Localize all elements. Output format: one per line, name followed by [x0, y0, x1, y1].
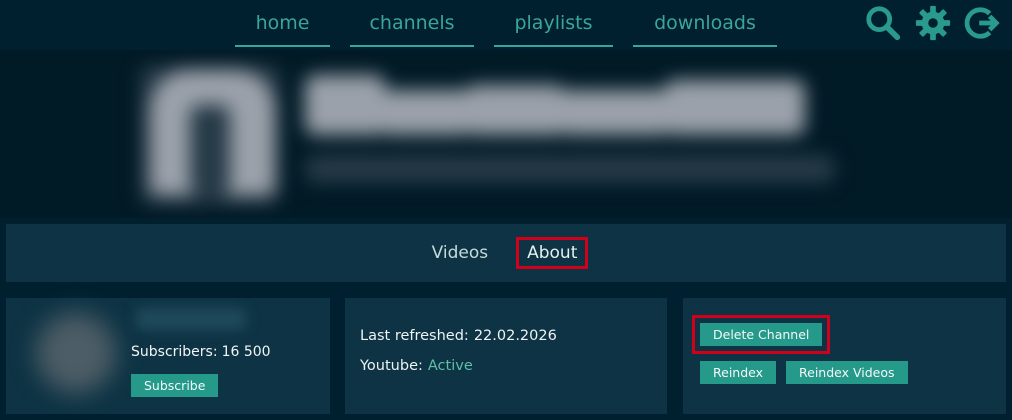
subscribers-label: Subscribers:	[131, 344, 218, 360]
nav-playlists-link[interactable]: playlists	[494, 0, 613, 47]
reindex-buttons: Reindex Reindex Videos	[700, 361, 908, 384]
refresh-info-card: Last refreshed: 22.02.2026 Youtube: Acti…	[345, 298, 667, 414]
subscriber-count: Subscribers: 16 500	[131, 344, 271, 360]
gear-icon[interactable]	[914, 4, 952, 42]
youtube-status-label: Youtube:	[360, 358, 423, 374]
channel-tabs: Videos About	[6, 224, 1006, 282]
delete-channel-highlight: Delete Channel	[692, 315, 831, 354]
nav-links: home channels playlists downloads	[235, 0, 777, 47]
tab-videos[interactable]: Videos	[424, 239, 497, 267]
nav-home-link[interactable]: home	[235, 0, 330, 47]
subscribe-button[interactable]: Subscribe	[131, 374, 219, 397]
nav-downloads-link[interactable]: downloads	[633, 0, 777, 47]
search-icon[interactable]	[864, 4, 902, 42]
last-refreshed-value: 22.02.2026	[473, 328, 557, 344]
delete-channel-button[interactable]: Delete Channel	[700, 323, 823, 346]
banner-image	[0, 50, 1012, 218]
top-navigation: home channels playlists downloads	[0, 0, 1012, 50]
reindex-button[interactable]: Reindex	[700, 361, 777, 384]
subscribers-value: 16 500	[221, 344, 271, 360]
channel-actions-card: Delete Channel Reindex Reindex Videos	[683, 298, 1006, 414]
youtube-status-value: Active	[427, 358, 473, 374]
nav-channels-link[interactable]: channels	[350, 0, 474, 47]
channel-banner	[0, 50, 1012, 218]
channel-info-card: Subscribers: 16 500 Subscribe	[6, 298, 330, 414]
youtube-status: Youtube: Active	[360, 358, 473, 374]
channel-name-blurred	[136, 308, 246, 330]
logout-icon[interactable]	[964, 4, 1002, 42]
tab-about[interactable]: About	[516, 237, 589, 269]
nav-icons	[864, 4, 1002, 42]
channel-avatar	[36, 313, 116, 393]
last-refreshed-label: Last refreshed:	[360, 328, 469, 344]
reindex-videos-button[interactable]: Reindex Videos	[786, 361, 908, 384]
last-refreshed: Last refreshed: 22.02.2026	[360, 328, 557, 344]
